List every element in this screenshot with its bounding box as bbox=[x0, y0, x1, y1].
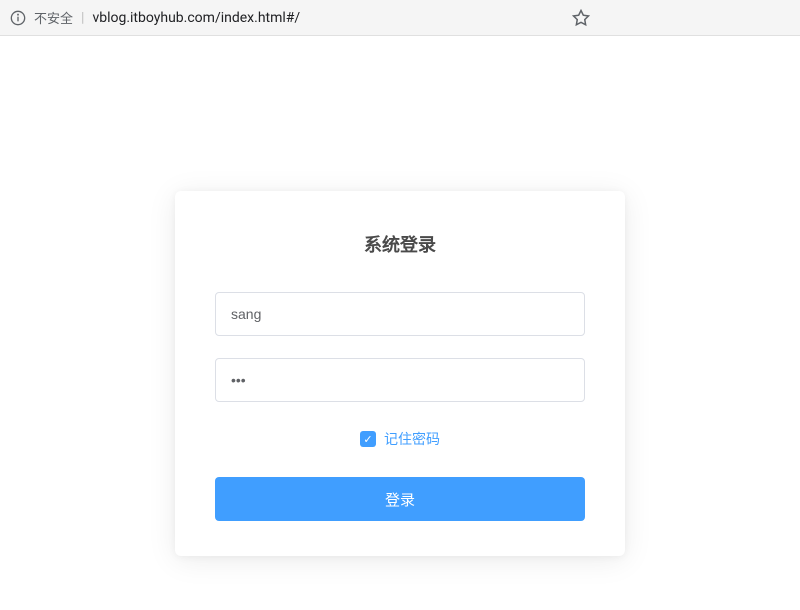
separator: | bbox=[81, 10, 84, 26]
username-input[interactable] bbox=[215, 292, 585, 336]
password-input[interactable] bbox=[215, 358, 585, 402]
remember-label[interactable]: 记住密码 bbox=[384, 429, 440, 449]
bookmark-star-icon[interactable] bbox=[572, 9, 590, 27]
security-status: 不安全 bbox=[34, 8, 73, 27]
check-icon: ✓ bbox=[363, 434, 372, 445]
login-button[interactable]: 登录 bbox=[215, 477, 585, 521]
page-content: 系统登录 ✓ 记住密码 登录 bbox=[0, 36, 800, 556]
remember-checkbox[interactable]: ✓ bbox=[360, 431, 376, 447]
login-title: 系统登录 bbox=[215, 231, 585, 257]
login-card: 系统登录 ✓ 记住密码 登录 bbox=[175, 191, 625, 556]
browser-address-bar: 不安全 | vblog.itboyhub.com/index.html#/ bbox=[0, 0, 800, 36]
remember-password-row: ✓ 记住密码 bbox=[215, 429, 585, 449]
url-input[interactable]: vblog.itboyhub.com/index.html#/ bbox=[92, 10, 564, 26]
info-icon bbox=[10, 10, 26, 26]
